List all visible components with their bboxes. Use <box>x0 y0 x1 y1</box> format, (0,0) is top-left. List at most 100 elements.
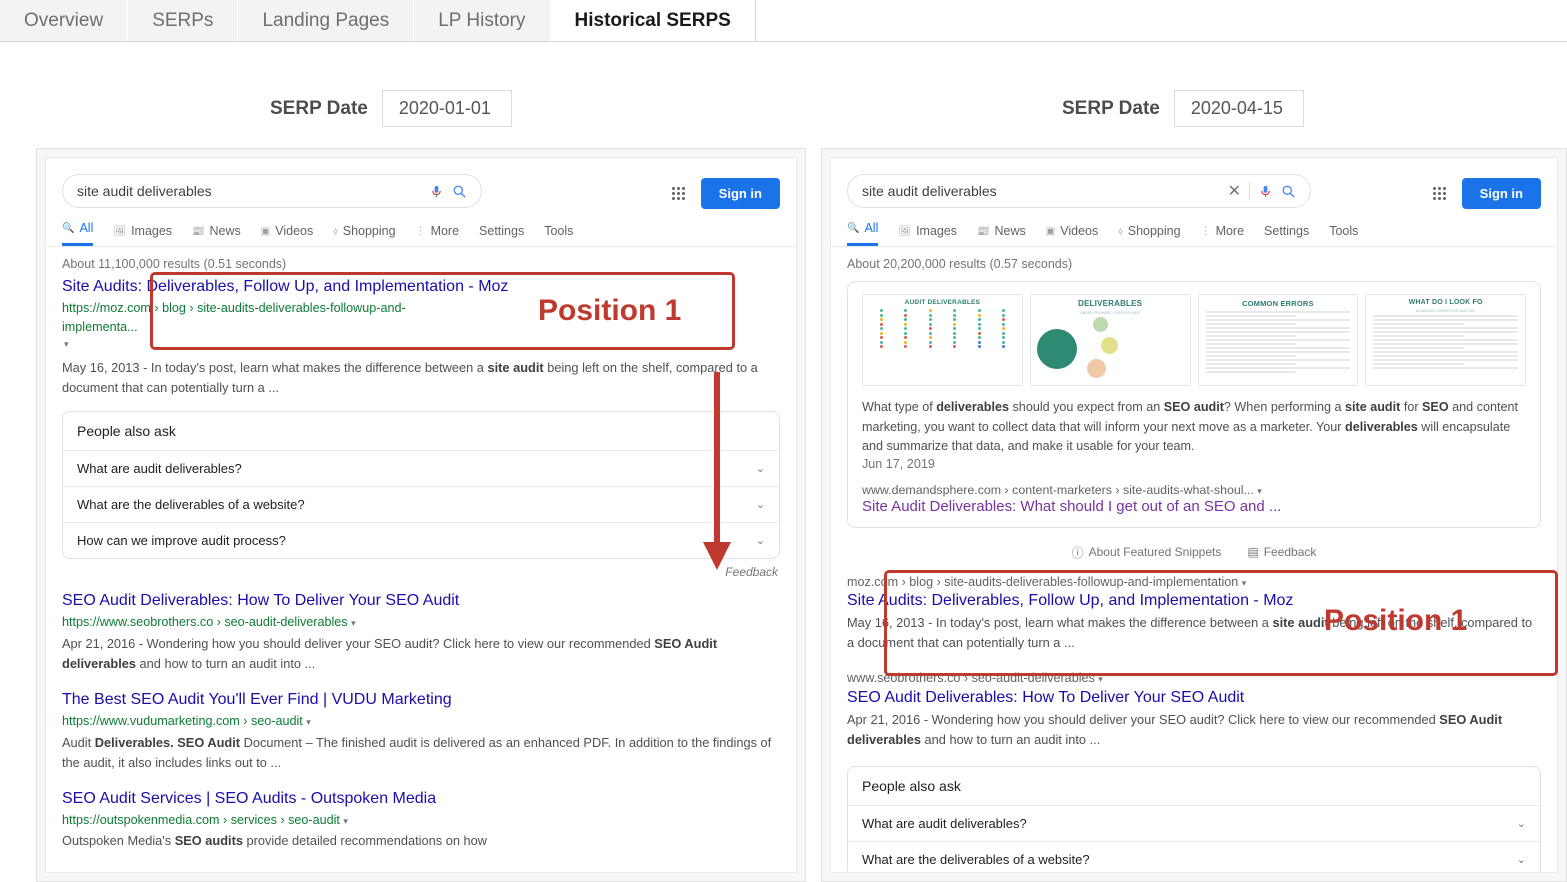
desc-bold: Deliverables. SEO Audit <box>95 735 240 750</box>
google-nav-shopping[interactable]: ⬨ Shopping <box>1118 224 1180 246</box>
tab-historical-serps[interactable]: Historical SERPS <box>551 0 756 41</box>
google-nav-tools[interactable]: Tools <box>544 224 573 246</box>
search-input-right[interactable]: site audit deliverables ✕ <box>847 174 1311 208</box>
paa-question-text: What are the deliverables of a website? <box>77 497 305 512</box>
search-result-position-1: moz.com › blog › site-audits-deliverable… <box>847 573 1541 654</box>
snippet-part: for <box>1400 400 1422 414</box>
microphone-icon[interactable] <box>1258 184 1273 199</box>
result-url[interactable]: www.seobrothers.co › seo-audit-deliverab… <box>847 669 1541 688</box>
serp-date-input-left[interactable]: 2020-01-01 <box>382 90 512 127</box>
result-dropdown-caret-icon[interactable]: ▾ <box>62 337 780 356</box>
result-title[interactable]: SEO Audit Services | SEO Audits - Outspo… <box>62 789 780 809</box>
result-title[interactable]: The Best SEO Audit You'll Ever Find | VU… <box>62 690 780 710</box>
nav-label: More <box>1216 224 1244 238</box>
divider <box>1249 182 1250 200</box>
nav-label: News <box>210 224 241 238</box>
tab-label: Historical SERPS <box>575 10 731 32</box>
snippet-image-card[interactable]: AUDIT DELIVERABLES <box>862 294 1023 386</box>
search-input-left[interactable]: site audit deliverables <box>62 174 482 208</box>
snippet-feedback-link[interactable]: ▤ Feedback <box>1247 544 1316 561</box>
apps-grid-icon[interactable] <box>672 187 685 200</box>
tab-overview[interactable]: Overview <box>0 0 128 41</box>
search-icon[interactable] <box>452 184 467 199</box>
google-nav-news[interactable]: 📰 News <box>192 224 241 246</box>
google-nav-all[interactable]: 🔍 All <box>847 221 878 246</box>
snippet-part-bold: site audit <box>1345 400 1400 414</box>
desc-bold: SEO audits <box>175 833 243 848</box>
google-nav-more[interactable]: ⋮ More <box>416 224 459 246</box>
desc-prefix: Outspoken Media's <box>62 833 175 848</box>
snippet-source-url-text: www.demandsphere.com › content-marketers… <box>862 483 1254 497</box>
google-nav-settings[interactable]: Settings <box>479 224 524 246</box>
paa-question[interactable]: What are audit deliverables? ⌄ <box>63 451 779 487</box>
featured-snippet-text: What type of deliverables should you exp… <box>862 398 1526 457</box>
serp-screenshot-right: site audit deliverables ✕ Sign in <box>830 157 1558 873</box>
result-title[interactable]: Site Audits: Deliverables, Follow Up, an… <box>847 591 1541 611</box>
tab-lp-history[interactable]: LP History <box>414 0 550 41</box>
result-url-line-1[interactable]: https://moz.com › blog › site-audits-del… <box>62 299 780 318</box>
paa-feedback-link[interactable]: Feedback <box>62 561 780 591</box>
result-dropdown-caret-icon[interactable]: ▾ <box>306 717 311 727</box>
snippet-image-card[interactable]: COMMON ERRORS <box>1198 294 1359 386</box>
search-result: www.seobrothers.co › seo-audit-deliverab… <box>847 669 1541 750</box>
result-url-line-2[interactable]: implementa... <box>62 318 780 337</box>
result-dropdown-caret-icon[interactable]: ▾ <box>343 816 348 826</box>
paa-question[interactable]: What are audit deliverables? ⌄ <box>848 806 1540 842</box>
result-url[interactable]: https://www.seobrothers.co › seo-audit-d… <box>62 613 780 632</box>
serp-date-input-right[interactable]: 2020-04-15 <box>1174 90 1304 127</box>
search-icon: 🔍 <box>62 223 74 234</box>
results-stats-left: About 11,100,000 results (0.51 seconds) <box>46 247 796 277</box>
google-nav-tools[interactable]: Tools <box>1329 224 1358 246</box>
snippet-source-url[interactable]: www.demandsphere.com › content-marketers… <box>862 483 1526 497</box>
sign-in-button[interactable]: Sign in <box>701 178 780 209</box>
paa-question[interactable]: How can we improve audit process? ⌄ <box>63 523 779 558</box>
snippet-image-card[interactable]: WHAT DO I LOOK FO ADVANCED COMPETITOR AN… <box>1365 294 1526 386</box>
result-url[interactable]: moz.com › blog › site-audits-deliverable… <box>847 573 1541 592</box>
apps-grid-icon[interactable] <box>1433 187 1446 200</box>
result-description: May 16, 2013 - In today's post, learn wh… <box>847 613 1541 653</box>
result-title[interactable]: SEO Audit Deliverables: How To Deliver Y… <box>847 688 1541 708</box>
search-result: SEO Audit Deliverables: How To Deliver Y… <box>62 591 780 674</box>
google-nav-shopping[interactable]: ⬨ Shopping <box>333 224 395 246</box>
result-dropdown-caret-icon[interactable]: ▾ <box>1098 674 1103 684</box>
google-nav-images[interactable]: 🖼 Images <box>898 224 957 246</box>
card-subheading: ADVANCED COMPETITOR ANALYSIS <box>1370 309 1521 313</box>
tab-serps[interactable]: SERPs <box>128 0 238 41</box>
paa-question[interactable]: What are the deliverables of a website? … <box>63 487 779 523</box>
snippet-image-card[interactable]: DELIVERABLES UNDER-PROMISE / OVER-DELIVE… <box>1030 294 1191 386</box>
google-nav-images[interactable]: 🖼 Images <box>113 224 172 246</box>
tab-label: Landing Pages <box>262 10 389 32</box>
nav-label: All <box>79 221 93 235</box>
tab-landing-pages[interactable]: Landing Pages <box>238 0 414 41</box>
serp-date-label-left: SERP Date <box>270 98 368 120</box>
result-title[interactable]: SEO Audit Deliverables: How To Deliver Y… <box>62 591 780 611</box>
result-dropdown-caret-icon[interactable]: ▾ <box>1257 486 1262 496</box>
result-url[interactable]: https://www.vudumarketing.com › seo-audi… <box>62 712 780 731</box>
image-icon: 🖼 <box>898 226 911 237</box>
paa-question[interactable]: What are the deliverables of a website? … <box>848 842 1540 873</box>
more-icon: ⋮ <box>416 226 426 237</box>
google-nav-videos[interactable]: ▣ Videos <box>1046 224 1098 246</box>
nav-label: All <box>864 221 878 235</box>
google-nav-settings[interactable]: Settings <box>1264 224 1309 246</box>
search-icon[interactable] <box>1281 184 1296 199</box>
result-dropdown-caret-icon[interactable]: ▾ <box>351 618 356 628</box>
google-nav-more[interactable]: ⋮ More <box>1201 224 1244 246</box>
result-dropdown-caret-icon[interactable]: ▾ <box>1242 578 1247 588</box>
about-featured-snippets-link[interactable]: ⓘ About Featured Snippets <box>1072 544 1222 561</box>
result-description: Apr 21, 2016 - Wondering how you should … <box>62 634 780 674</box>
feedback-label: Feedback <box>1264 545 1317 559</box>
result-url-text: https://www.seobrothers.co › seo-audit-d… <box>62 615 348 629</box>
google-nav-all[interactable]: 🔍 All <box>62 221 93 246</box>
close-icon[interactable]: ✕ <box>1228 181 1241 201</box>
snippet-source-title[interactable]: Site Audit Deliverables: What should I g… <box>862 498 1526 515</box>
result-url[interactable]: https://outspokenmedia.com › services › … <box>62 811 780 830</box>
google-nav-news[interactable]: 📰 News <box>977 224 1026 246</box>
microphone-icon[interactable] <box>429 184 444 199</box>
google-nav-videos[interactable]: ▣ Videos <box>261 224 313 246</box>
sign-in-button[interactable]: Sign in <box>1462 178 1541 209</box>
desc-prefix: May 16, 2013 - In today's post, learn wh… <box>62 360 487 375</box>
result-title[interactable]: Site Audits: Deliverables, Follow Up, an… <box>62 277 780 297</box>
snippet-part: What type of <box>862 400 936 414</box>
results-stats-right: About 20,200,000 results (0.57 seconds) <box>831 247 1557 277</box>
